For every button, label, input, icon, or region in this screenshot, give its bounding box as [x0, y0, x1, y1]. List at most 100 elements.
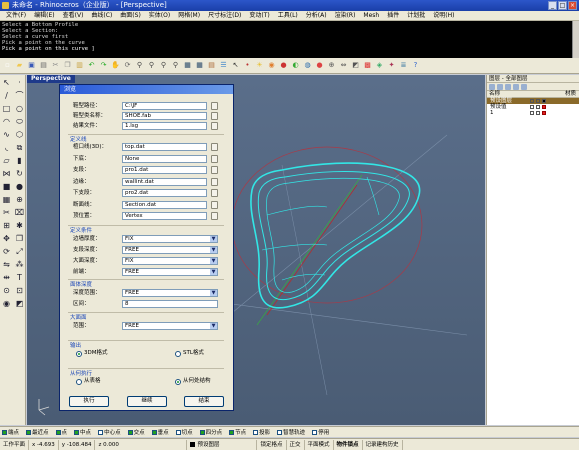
polygon-icon[interactable]: ⬡ [14, 129, 25, 140]
interval-input[interactable]: 8 [122, 300, 218, 308]
menu-item[interactable]: 曲面(S) [116, 11, 145, 21]
ortho-toggle[interactable]: 正交 [287, 439, 305, 450]
rotate-icon[interactable]: ⟳ [122, 60, 133, 71]
wall-thickness-select[interactable]: FIX ▼ [122, 235, 218, 243]
status-layer[interactable]: 预设图层 [187, 439, 258, 450]
continue-button[interactable]: 继续 [127, 396, 167, 407]
browse-button[interactable] [211, 200, 218, 209]
zoom-selected-icon[interactable]: ⚲ [170, 60, 181, 71]
osnap-5-toggle[interactable]: 中心点 [98, 428, 121, 436]
exec-from-table-radio[interactable]: 从表格 [76, 378, 101, 385]
osnap-11-toggle[interactable]: 投影 [253, 428, 270, 436]
edge-input[interactable]: wallint.dat [122, 177, 207, 186]
osnap-8-toggle[interactable]: 切点 [175, 428, 193, 436]
explode-icon[interactable]: ✱ [14, 220, 25, 231]
visibility-icon[interactable] [530, 99, 534, 103]
osnap-4-toggle[interactable]: 中点 [74, 428, 91, 436]
properties-icon[interactable]: ☰ [218, 60, 229, 71]
browse-button[interactable] [211, 212, 218, 220]
browse-button[interactable] [211, 102, 218, 110]
vertex-input[interactable]: Vertex [122, 212, 207, 220]
browse-button[interactable] [211, 112, 218, 120]
script-icon[interactable]: ≣ [398, 60, 409, 71]
fillet-icon[interactable]: ◟ [1, 142, 12, 153]
command-scrollbar[interactable] [572, 21, 579, 58]
section-input[interactable]: Section.dat [122, 200, 207, 209]
layer-color-swatch[interactable] [542, 111, 546, 115]
analyze-icon[interactable]: ⊡ [14, 285, 25, 296]
sphere-icon[interactable]: ● [14, 181, 25, 192]
scale-icon[interactable]: ⤢ [14, 246, 25, 257]
cut-icon[interactable]: ✂ [50, 60, 61, 71]
result-file-input[interactable]: 1.lsg [122, 122, 207, 130]
mesh-icon[interactable]: ▦ [1, 194, 12, 205]
point-icon[interactable]: • [242, 60, 253, 71]
lower-branch-input[interactable]: pro2.dat [122, 189, 207, 197]
shade-icon[interactable]: ● [278, 60, 289, 71]
layer-icon[interactable]: ▤ [206, 60, 217, 71]
osnap-1-toggle[interactable]: 端点 [2, 428, 19, 436]
select-arrow-icon[interactable]: ↖ [1, 77, 12, 88]
analyze-icon[interactable]: ⊕ [326, 60, 337, 71]
measure-icon[interactable]: ⇔ [338, 60, 349, 71]
ellipse-icon[interactable]: ⬭ [14, 116, 25, 127]
copy-icon[interactable]: ❐ [14, 233, 25, 244]
rotate-icon[interactable]: ⟳ [1, 246, 12, 257]
browse-button[interactable] [211, 166, 218, 174]
layer-row[interactable]: 1 [487, 110, 579, 116]
front-end-select[interactable]: FREE ▼ [122, 268, 218, 276]
arc-icon[interactable]: ◠ [1, 116, 12, 127]
osnap-10-toggle[interactable]: 节点 [229, 428, 246, 436]
texture-icon[interactable]: ▩ [362, 60, 373, 71]
osnap-6-toggle[interactable]: 交点 [127, 428, 145, 436]
snap-icon[interactable]: ⊙ [1, 285, 12, 296]
visibility-icon[interactable] [530, 105, 534, 109]
menu-item[interactable]: 说明(H) [429, 11, 458, 21]
menu-item[interactable]: 实体(O) [145, 11, 174, 21]
solid-box-icon[interactable]: ■ [1, 181, 12, 192]
pan-icon[interactable]: ✋ [110, 60, 121, 71]
join-icon[interactable]: ⊞ [1, 220, 12, 231]
menu-item[interactable]: 分析(A) [302, 11, 331, 21]
print-icon[interactable]: ▤ [38, 60, 49, 71]
layer-color-swatch[interactable] [542, 105, 546, 109]
rectangle-icon[interactable]: □ [1, 103, 12, 114]
osnap-3-toggle[interactable]: 点 [55, 428, 67, 436]
shoe-path-input[interactable]: C:\JF [122, 102, 207, 110]
last-curve-input[interactable]: top.dat [122, 143, 207, 151]
planar-toggle[interactable]: 平面模式 [305, 439, 334, 450]
move-down-icon[interactable] [513, 83, 519, 90]
finish-button[interactable]: 结束 [184, 396, 224, 407]
osnap-2-toggle[interactable]: 最近点 [26, 428, 49, 436]
osnap-13-toggle[interactable]: 停用 [312, 428, 329, 436]
mesh-icon[interactable]: ◈ [374, 60, 385, 71]
surface-icon[interactable]: ▱ [1, 155, 12, 166]
globe-icon[interactable]: ◍ [302, 60, 313, 71]
select-icon[interactable]: ↖ [230, 60, 241, 71]
save-icon[interactable]: ▣ [26, 60, 37, 71]
offset-icon[interactable]: ⧉ [14, 142, 25, 153]
menu-item[interactable]: 工具(L) [274, 11, 302, 21]
output-stl-radio[interactable]: STL格式 [175, 350, 204, 357]
render-icon[interactable]: ◉ [1, 298, 12, 309]
plugin-icon[interactable]: ✦ [386, 60, 397, 71]
menu-item[interactable]: 曲线(C) [87, 11, 116, 21]
osnap-toggle[interactable]: 物件锁点 [334, 439, 363, 450]
menu-item[interactable]: 尺寸标注(D) [204, 11, 245, 21]
menu-item[interactable]: Mesh [359, 11, 383, 21]
point-icon[interactable]: · [14, 77, 25, 88]
lock-icon[interactable] [536, 111, 540, 115]
array-icon[interactable]: ⁂ [14, 259, 25, 270]
material-icon[interactable]: ◐ [290, 60, 301, 71]
open-icon[interactable]: ▰ [14, 60, 25, 71]
layer-color-swatch[interactable] [542, 99, 546, 103]
move-up-icon[interactable] [505, 83, 511, 90]
delete-layer-icon[interactable] [497, 83, 503, 90]
execute-button[interactable]: 执行 [69, 396, 109, 407]
shoe-class-input[interactable]: SHOE.fab [122, 112, 207, 120]
bottom-input[interactable]: None [122, 154, 207, 163]
browse-button[interactable] [211, 177, 218, 186]
mirror-icon[interactable]: ⇋ [1, 259, 12, 270]
move-icon[interactable]: ✥ [1, 233, 12, 244]
menu-item[interactable]: 变动(T) [245, 11, 273, 21]
